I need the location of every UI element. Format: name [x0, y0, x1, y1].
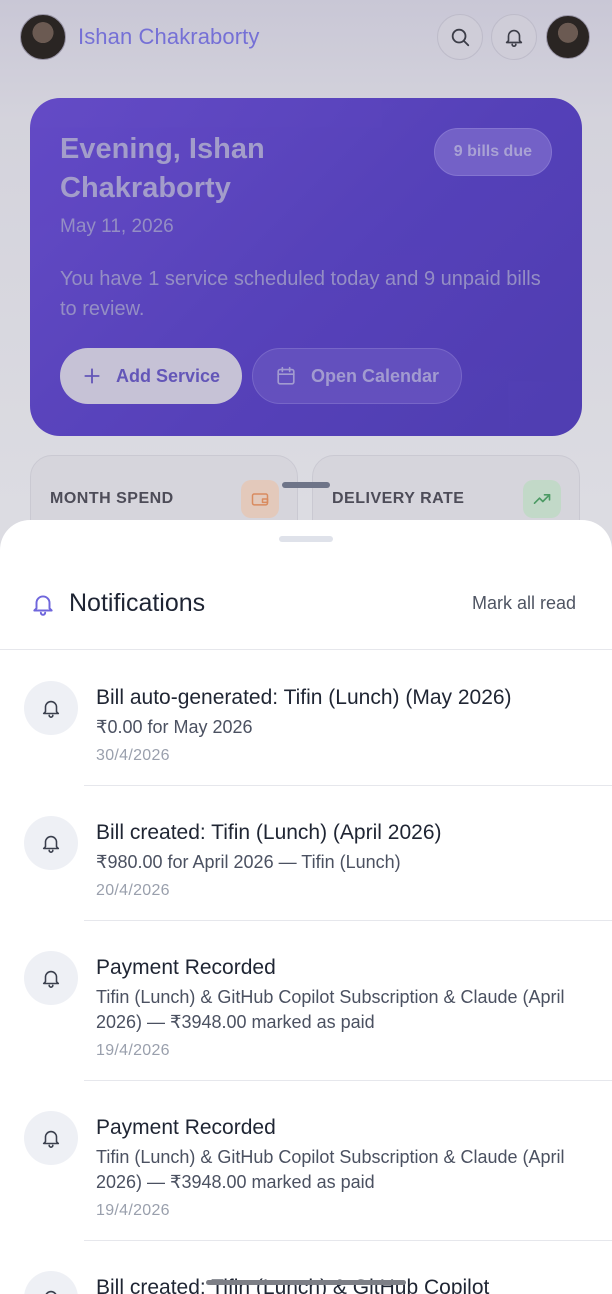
notification-title: Bill created: Tifin (Lunch) (April 2026) [96, 821, 442, 844]
bell-icon [24, 816, 78, 870]
bell-icon [30, 590, 56, 623]
notification-item[interactable]: Bill created: Tifin (Lunch) & GitHub Cop… [24, 1240, 612, 1294]
summary-text: You have 1 service scheduled today and 9… [60, 268, 541, 320]
notification-list: Bill auto-generated: Tifin (Lunch) (May … [0, 651, 612, 1294]
notification-body: Tifin (Lunch) & GitHub Copilot Subscript… [96, 1147, 565, 1192]
top-bar: Ishan Chakraborty [0, 0, 612, 78]
notification-date: 20/4/2026 [96, 882, 170, 899]
profile-avatar[interactable] [546, 15, 590, 59]
sheet-header: Notifications Mark all read [0, 560, 612, 650]
user-avatar[interactable] [20, 14, 66, 60]
notification-body: Tifin (Lunch) & GitHub Copilot Subscript… [96, 987, 565, 1032]
notification-item[interactable]: Bill created: Tifin (Lunch) (April 2026)… [24, 785, 612, 920]
notification-body: ₹980.00 for April 2026 — Tifin (Lunch) [96, 852, 401, 872]
sheet-title: Notifications [69, 589, 206, 617]
greeting-card: Evening, Ishan Chakraborty 9 bills due M… [30, 98, 582, 436]
month-spend-label: MONTH SPEND [50, 490, 174, 507]
bell-icon [24, 1271, 78, 1294]
wallet-icon [241, 480, 279, 518]
delivery-rate-label: DELIVERY RATE [332, 490, 465, 507]
notification-item[interactable]: Payment Recorded Tifin (Lunch) & GitHub … [24, 1080, 612, 1240]
calendar-icon [275, 365, 297, 387]
user-name: Ishan Chakraborty [78, 24, 260, 49]
notification-date: 19/4/2026 [96, 1042, 170, 1059]
bell-icon [24, 951, 78, 1005]
bills-due-badge[interactable]: 9 bills due [433, 128, 552, 176]
notification-date: 30/4/2026 [96, 747, 170, 764]
search-button[interactable] [437, 14, 483, 60]
notification-title: Payment Recorded [96, 956, 276, 979]
plus-icon [82, 366, 102, 386]
notification-item[interactable]: Bill auto-generated: Tifin (Lunch) (May … [0, 651, 612, 785]
bell-icon [24, 681, 78, 735]
background-drag-handle [282, 482, 330, 488]
greeting-text: Evening, Ishan Chakraborty [60, 133, 265, 204]
notification-item[interactable]: Payment Recorded Tifin (Lunch) & GitHub … [24, 920, 612, 1080]
bell-icon [505, 29, 523, 47]
notifications-button[interactable] [491, 14, 537, 60]
notification-date: 19/4/2026 [96, 1202, 170, 1219]
mark-all-read-button[interactable]: Mark all read [472, 593, 576, 614]
search-icon [451, 28, 470, 47]
notifications-sheet: Notifications Mark all read Bill auto-ge… [0, 520, 612, 1294]
home-indicator [206, 1280, 406, 1285]
trending-up-icon [523, 480, 561, 518]
bell-icon [24, 1111, 78, 1165]
open-calendar-label: Open Calendar [311, 365, 440, 386]
sheet-drag-handle[interactable] [279, 536, 333, 542]
notification-body: ₹0.00 for May 2026 [96, 717, 253, 737]
add-service-label: Add Service [116, 365, 221, 386]
notification-title: Bill auto-generated: Tifin (Lunch) (May … [96, 686, 512, 709]
current-date: May 11, 2026 [60, 216, 174, 237]
add-service-button[interactable]: Add Service [60, 348, 243, 404]
open-calendar-button[interactable]: Open Calendar [252, 348, 463, 404]
notification-title: Payment Recorded [96, 1116, 276, 1139]
